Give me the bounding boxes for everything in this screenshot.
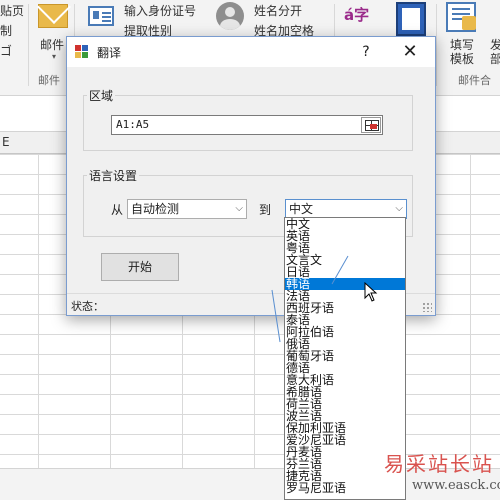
far-right-bottom-text[interactable]: 部: [490, 50, 500, 67]
to-label: 到: [259, 203, 272, 217]
from-label: 从: [111, 203, 124, 217]
ribbon-cut-text[interactable]: 贴页: [0, 2, 24, 19]
id-card-icon[interactable]: [88, 6, 114, 26]
dialog-title: 翻译: [97, 46, 122, 60]
document-icon[interactable]: [396, 2, 426, 36]
start-button[interactable]: 开始: [101, 253, 179, 281]
watermark-url: www.easck.com: [412, 478, 500, 493]
ribbon-divider: [28, 4, 29, 86]
watermark-title: 易采站长站: [384, 452, 494, 476]
mail-icon[interactable]: [38, 4, 68, 28]
resize-grip-icon[interactable]: [422, 302, 432, 312]
mouse-cursor-icon: [364, 282, 378, 302]
help-button[interactable]: ?: [355, 41, 377, 63]
fill-template-line2[interactable]: 模板: [450, 50, 474, 67]
mail-dropdown-icon[interactable]: ▾: [52, 52, 56, 61]
dialog-titlebar[interactable]: 翻译 ? ✕: [67, 37, 435, 67]
chevron-down-icon: ⌵: [395, 203, 403, 214]
app-icon: [75, 45, 89, 59]
merge-group-label: 邮件合: [458, 74, 491, 87]
ribbon-copy-text[interactable]: 制: [0, 22, 12, 39]
range-input[interactable]: A1:A5: [111, 115, 383, 135]
column-header-e[interactable]: E: [2, 135, 10, 149]
source-language-value: 自动检测: [131, 202, 180, 216]
language-group-label: 语言设置: [87, 167, 140, 184]
name-split-button[interactable]: 姓名分开: [254, 2, 302, 19]
target-language-value: 中文: [289, 202, 314, 216]
ribbon-extra-text[interactable]: ゴ: [0, 42, 12, 59]
language-option[interactable]: 罗马尼亚语: [285, 482, 405, 494]
id-input-button[interactable]: 输入身份证号: [124, 2, 196, 19]
translate-icon[interactable]: á字: [344, 4, 378, 34]
source-language-select[interactable]: 自动检测 ⌵: [127, 199, 247, 219]
close-button[interactable]: ✕: [397, 39, 423, 65]
range-select-icon[interactable]: [361, 117, 381, 133]
status-label: 状态：: [71, 300, 104, 313]
region-group-label: 区域: [87, 87, 116, 104]
target-language-select[interactable]: 中文 ⌵: [285, 199, 407, 219]
mail-group-label: 邮件: [38, 74, 60, 87]
fill-template-icon[interactable]: [446, 2, 476, 32]
person-icon[interactable]: [216, 2, 244, 30]
ribbon-divider: [436, 4, 437, 86]
mail-button-label[interactable]: 邮件: [40, 36, 64, 53]
chevron-down-icon: ⌵: [235, 203, 243, 214]
